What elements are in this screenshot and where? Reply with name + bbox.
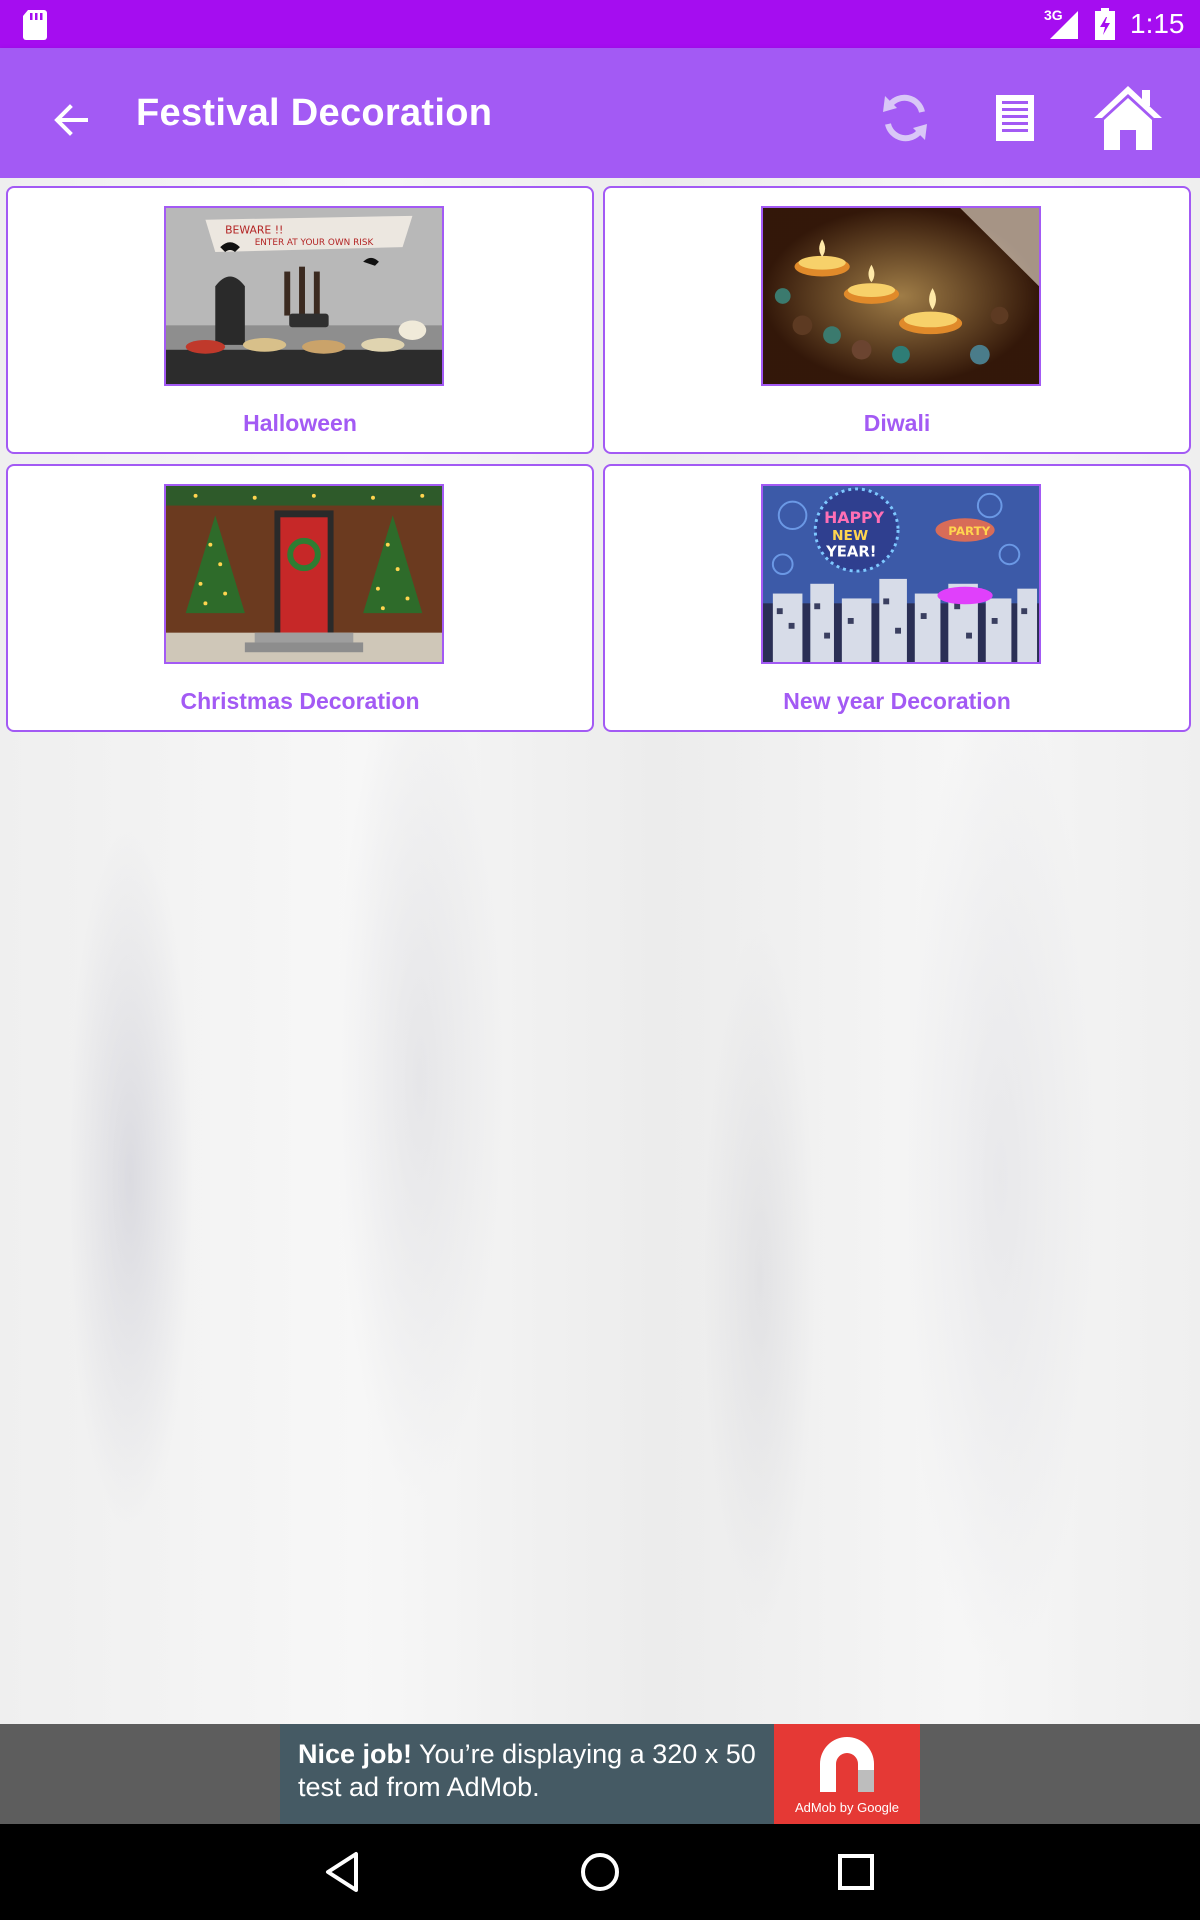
svg-text:ENTER AT YOUR OWN RISK: ENTER AT YOUR OWN RISK xyxy=(255,238,374,248)
ad-banner[interactable]: Nice job! You’re displaying a 320 x 50 t… xyxy=(280,1724,920,1824)
status-bar: 3G 1:15 xyxy=(0,0,1200,48)
diwali-image xyxy=(761,206,1041,386)
card-new-year[interactable]: HAPPY NEW YEAR! PARTY New year Decoratio… xyxy=(603,464,1191,732)
svg-text:PARTY: PARTY xyxy=(948,524,990,538)
card-diwali[interactable]: Diwali xyxy=(603,186,1191,454)
ad-strip: Nice job! You’re displaying a 320 x 50 t… xyxy=(0,1724,1200,1824)
clock: 1:15 xyxy=(1130,8,1185,39)
card-christmas[interactable]: Christmas Decoration xyxy=(6,464,594,732)
ad-text: Nice job! You’re displaying a 320 x 50 t… xyxy=(298,1738,768,1804)
card-label: Christmas Decoration xyxy=(180,688,420,714)
card-halloween[interactable]: BEWARE !! ENTER AT YOUR OWN RISK Hallowe… xyxy=(6,186,594,454)
card-label: Diwali xyxy=(863,410,931,436)
app-bar: Festival Decoration xyxy=(0,48,1200,178)
nav-back-icon[interactable] xyxy=(320,1848,368,1896)
signal-icon xyxy=(1050,11,1078,39)
system-nav-bar xyxy=(0,1824,1200,1920)
svg-text:YEAR!: YEAR! xyxy=(825,543,876,560)
nav-recents-icon[interactable] xyxy=(832,1848,880,1896)
back-arrow-icon[interactable] xyxy=(40,88,104,152)
battery-icon xyxy=(1095,8,1115,40)
new-year-image: HAPPY NEW YEAR! PARTY xyxy=(761,484,1041,664)
admob-logo-text: AdMob by Google xyxy=(794,1800,900,1815)
svg-text:NEW: NEW xyxy=(832,528,868,544)
refresh-icon[interactable] xyxy=(865,78,945,158)
sd-card-icon xyxy=(23,10,47,40)
admob-icon xyxy=(820,1737,874,1792)
ad-bold-text: Nice job! xyxy=(298,1739,413,1769)
nav-home-icon[interactable] xyxy=(576,1848,624,1896)
svg-text:HAPPY: HAPPY xyxy=(824,508,885,527)
home-icon[interactable] xyxy=(1088,78,1168,158)
admob-logo: AdMob by Google xyxy=(774,1724,920,1824)
card-label: New year Decoration xyxy=(783,688,1011,714)
svg-text:BEWARE !!: BEWARE !! xyxy=(225,223,283,236)
page-title: Festival Decoration xyxy=(136,92,493,134)
halloween-image: BEWARE !! ENTER AT YOUR OWN RISK xyxy=(164,206,444,386)
list-icon[interactable] xyxy=(975,78,1055,158)
card-label: Halloween xyxy=(243,410,357,436)
christmas-image xyxy=(164,484,444,664)
